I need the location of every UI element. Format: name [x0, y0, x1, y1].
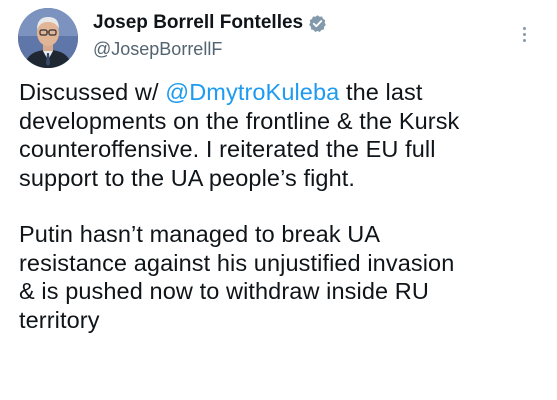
tweet-header: Josep Borrell Fontelles @JosepBorrellF	[18, 8, 538, 70]
tweet-text: Discussed w/ @DmytroKuleba the last deve…	[19, 78, 549, 334]
tweet-text-segment: Discussed w/	[19, 79, 166, 105]
tweet-card: Josep Borrell Fontelles @JosepBorrellF D…	[0, 0, 557, 400]
tweet-line: support to the UA people’s fight.	[19, 164, 356, 191]
tweet-paragraph-2: Putin hasn’t managed to break UA resista…	[19, 220, 549, 334]
more-vertical-icon[interactable]	[516, 24, 532, 52]
author-display-name[interactable]: Josep Borrell Fontelles	[93, 12, 303, 34]
verified-badge-icon[interactable]	[308, 14, 327, 33]
tweet-line: Discussed w/ @DmytroKuleba the last	[19, 78, 549, 107]
author-names: Josep Borrell Fontelles @JosepBorrellF	[93, 10, 493, 60]
tweet-line: resistance against his unjustified invas…	[19, 249, 455, 276]
tweet-line: territory	[19, 306, 100, 333]
tweet-paragraph-1: Discussed w/ @DmytroKuleba the last deve…	[19, 78, 549, 192]
avatar-photo	[18, 8, 78, 68]
author-handle[interactable]: @JosepBorrellF	[93, 39, 493, 60]
mention-link[interactable]: @DmytroKuleba	[165, 79, 339, 105]
tweet-line: counteroffensive. I reiterated the EU fu…	[19, 136, 436, 162]
tweet-line: Putin hasn’t managed to break UA	[19, 221, 381, 247]
tweet-text-segment: the last	[339, 79, 423, 105]
avatar[interactable]	[18, 8, 78, 68]
display-name-row: Josep Borrell Fontelles	[93, 10, 493, 36]
tweet-line: & is pushed now to withdraw inside RU	[19, 278, 429, 304]
tweet-line: developments on the frontline & the Kurs…	[19, 107, 460, 134]
